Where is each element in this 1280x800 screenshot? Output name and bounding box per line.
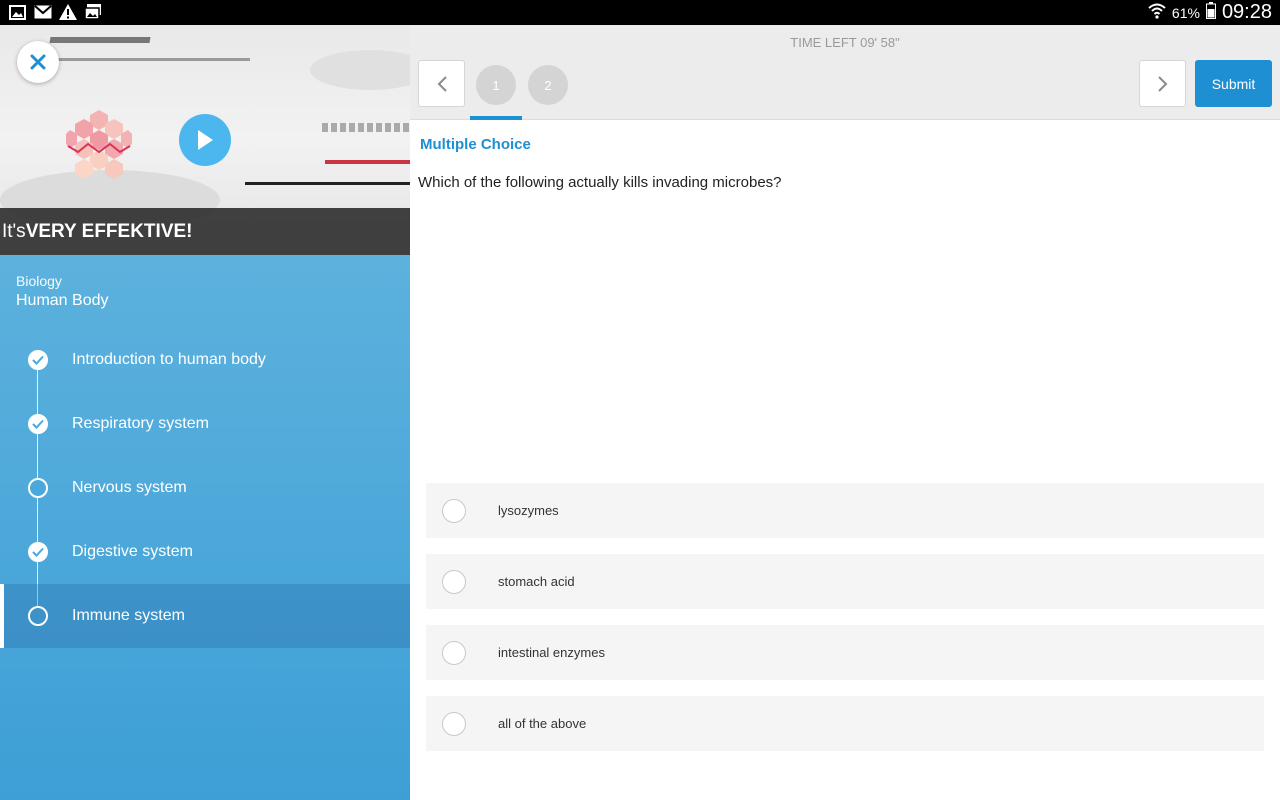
wifi-icon — [1148, 3, 1166, 23]
video-frame-shape — [325, 160, 410, 164]
radio-button[interactable] — [442, 712, 466, 736]
check-icon — [28, 350, 48, 370]
course-info: Biology Human Body — [16, 273, 109, 310]
question-pill-1[interactable]: 1 — [476, 65, 516, 105]
warning-icon — [58, 3, 77, 21]
clock: 09:28 — [1221, 1, 1272, 23]
lesson-item-introduction[interactable]: Introduction to human body — [0, 328, 410, 392]
lesson-item-respiratory[interactable]: Respiratory system — [0, 392, 410, 456]
play-icon — [198, 130, 213, 150]
gmail-icon — [33, 3, 52, 21]
gallery-icon — [8, 3, 27, 21]
cell-illustration — [66, 110, 132, 179]
empty-circle-icon — [28, 606, 48, 626]
submit-button[interactable]: Submit — [1195, 60, 1272, 107]
question-text: Which of the following actually kills in… — [418, 174, 782, 191]
answer-option[interactable]: stomach acid — [426, 554, 1264, 609]
system-indicators: 61% 09:28 — [1148, 0, 1272, 25]
video-frame-shape — [310, 50, 410, 90]
time-left: TIME LEFT 09' 58" — [790, 35, 900, 50]
quiz-toolbar: TIME LEFT 09' 58" 1 2 Submit — [410, 25, 1280, 120]
battery-icon — [1205, 2, 1216, 23]
status-bar: 61% 09:28 — [0, 0, 1280, 25]
close-icon — [30, 54, 46, 70]
check-icon — [28, 414, 48, 434]
video-caption-bold: VERY EFFEKTIVE! — [25, 220, 193, 242]
lesson-sidebar: It's VERY EFFEKTIVE! Biology Human Body … — [0, 25, 410, 800]
video-caption: It's VERY EFFEKTIVE! — [0, 208, 410, 255]
battery-percent: 61% — [1171, 4, 1200, 21]
answer-label: lysozymes — [498, 503, 559, 518]
question-pill-2[interactable]: 2 — [528, 65, 568, 105]
lesson-label: Respiratory system — [72, 415, 209, 432]
answer-option[interactable]: lysozymes — [426, 483, 1264, 538]
lesson-label: Nervous system — [72, 479, 187, 496]
video-frame-shape — [49, 37, 151, 43]
course-title: Human Body — [16, 292, 109, 309]
lesson-item-digestive[interactable]: Digestive system — [0, 520, 410, 584]
radio-button[interactable] — [442, 641, 466, 665]
photo-stack-icon — [83, 3, 102, 21]
course-subject: Biology — [16, 273, 62, 289]
answer-label: all of the above — [498, 716, 587, 731]
video-frame-shape — [245, 182, 410, 185]
video-caption-prefix: It's — [2, 220, 26, 242]
chevron-left-icon — [437, 75, 447, 92]
radio-button[interactable] — [442, 499, 466, 523]
answer-option[interactable]: intestinal enzymes — [426, 625, 1264, 680]
play-button[interactable] — [179, 114, 231, 166]
notification-icons — [8, 3, 102, 21]
check-icon — [28, 542, 48, 562]
radio-button[interactable] — [442, 570, 466, 594]
lesson-label: Introduction to human body — [72, 351, 266, 368]
chevron-right-icon — [1157, 75, 1167, 92]
answer-options: lysozymes stomach acid intestinal enzyme… — [426, 483, 1264, 767]
answer-label: stomach acid — [498, 574, 575, 589]
video-frame-shape — [322, 123, 410, 132]
previous-question-button[interactable] — [418, 60, 465, 107]
video-player[interactable]: It's VERY EFFEKTIVE! — [0, 25, 410, 255]
lesson-label: Digestive system — [72, 543, 193, 560]
close-button[interactable] — [17, 41, 59, 83]
lesson-label: Immune system — [72, 607, 185, 624]
question-type: Multiple Choice — [420, 136, 531, 153]
quiz-panel: TIME LEFT 09' 58" 1 2 Submit Multiple Ch… — [410, 25, 1280, 800]
lesson-list: Introduction to human body Respiratory s… — [0, 328, 410, 648]
video-frame-shape — [50, 58, 250, 61]
current-question-indicator — [470, 116, 522, 120]
answer-label: intestinal enzymes — [498, 645, 605, 660]
empty-circle-icon — [28, 478, 48, 498]
answer-option[interactable]: all of the above — [426, 696, 1264, 751]
lesson-item-nervous[interactable]: Nervous system — [0, 456, 410, 520]
next-question-button[interactable] — [1139, 60, 1186, 107]
lesson-item-immune[interactable]: Immune system — [0, 584, 410, 648]
